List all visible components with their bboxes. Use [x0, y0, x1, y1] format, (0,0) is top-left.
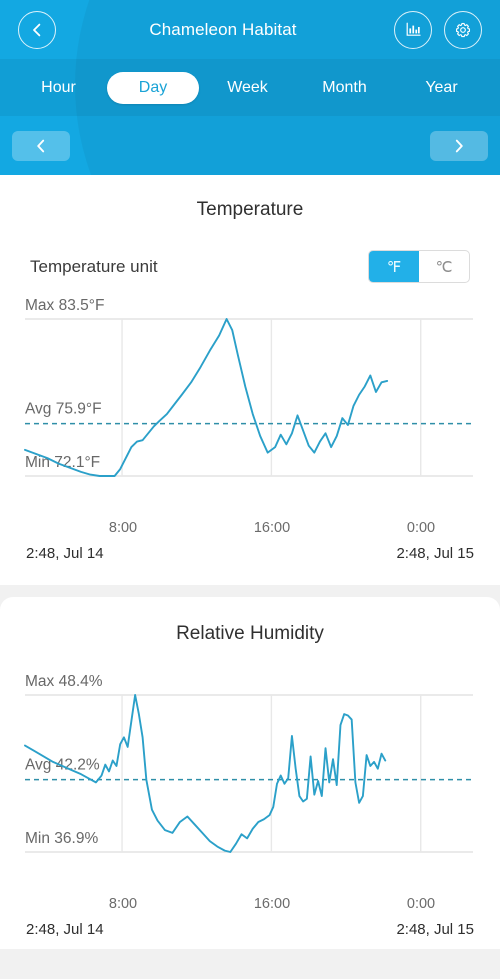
- tab-month[interactable]: Month: [298, 72, 391, 104]
- temperature-xtick-0: 8:00: [108, 520, 138, 536]
- temperature-plot-wrap: Max 83.5°F Avg 75.9°F Min 72.1°F: [0, 283, 500, 518]
- plot-hum-max-label: Max 48.4%: [25, 673, 103, 690]
- humidity-chart[interactable]: Max 48.4%Avg 42.2%Min 36.9%: [0, 659, 500, 894]
- humidity-xtick-0: 8:00: [108, 896, 138, 912]
- next-period-button[interactable]: [430, 130, 488, 161]
- period-tabs: Hour Day Week Month Year: [0, 59, 500, 116]
- tab-day[interactable]: Day: [107, 71, 199, 104]
- humidity-card: Relative Humidity Max 48.4% Avg 42.2% Min …: [0, 597, 500, 949]
- humidity-range-start: 2:48, Jul 14: [26, 921, 104, 938]
- plot-temp-max-label: Max 83.5°F: [25, 297, 104, 314]
- title-bar: Chameleon Habitat: [0, 0, 500, 59]
- temperature-card: Temperature Temperature unit ℉ ℃ Max 83.…: [0, 175, 500, 585]
- stats-button[interactable]: [394, 10, 432, 49]
- temperature-chart[interactable]: Max 83.5°F Avg 75.9°F Min 72.1°F: [0, 283, 500, 518]
- tab-week[interactable]: Week: [201, 72, 294, 104]
- title-actions: [394, 10, 482, 49]
- gear-icon: [455, 22, 471, 37]
- humidity-xtick-2: 0:00: [406, 896, 436, 912]
- plot-hum-min-label: Min 36.9%: [25, 830, 98, 847]
- app-root: Chameleon Habitat Hour Day Week Month Ye…: [0, 0, 500, 979]
- tab-hour[interactable]: Hour: [12, 72, 105, 104]
- humidity-plot-wrap: Max 48.4% Avg 42.2% Min 36.9%: [0, 659, 500, 894]
- temperature-unit-row: Temperature unit ℉ ℃: [0, 250, 500, 283]
- temperature-title: Temperature: [196, 199, 304, 220]
- previous-period-button[interactable]: [12, 130, 70, 161]
- temperature-xtick-1: 16:00: [253, 520, 291, 536]
- plot-temp-min-label: Min 72.1°F: [25, 454, 100, 471]
- temperature-unit-label: Temperature unit: [30, 256, 158, 276]
- period-navigation: [0, 116, 500, 175]
- unit-option-fahrenheit[interactable]: ℉: [369, 251, 419, 282]
- temperature-range-end: 2:48, Jul 15: [396, 545, 474, 562]
- chevron-left-icon: [37, 139, 45, 152]
- temperature-unit-toggle[interactable]: ℉ ℃: [368, 250, 470, 283]
- plot-temp-avg-label: Avg 75.9°F: [25, 401, 102, 418]
- back-button[interactable]: [18, 10, 56, 49]
- humidity-xtick-1: 16:00: [253, 896, 291, 912]
- humidity-range-row: 2:48, Jul 14 2:48, Jul 15: [0, 921, 500, 938]
- unit-option-celsius[interactable]: ℃: [419, 251, 469, 282]
- humidity-range-end: 2:48, Jul 15: [396, 921, 474, 938]
- temperature-x-axis: 8:00 16:00 0:00: [0, 520, 500, 542]
- page-title: Chameleon Habitat: [149, 19, 297, 39]
- temperature-range-row: 2:48, Jul 14 2:48, Jul 15: [0, 545, 500, 562]
- bar-chart-icon: [406, 22, 421, 36]
- humidity-title: Relative Humidity: [176, 623, 324, 644]
- temperature-xtick-2: 0:00: [406, 520, 436, 536]
- app-header: Chameleon Habitat Hour Day Week Month Ye…: [0, 0, 500, 175]
- settings-button[interactable]: [444, 10, 482, 49]
- plot-temp-series-line: [24, 318, 389, 477]
- chevron-right-icon: [455, 139, 463, 152]
- temperature-range-start: 2:48, Jul 14: [26, 545, 104, 562]
- chevron-left-icon: [33, 23, 41, 36]
- plot-hum-series-line: [24, 694, 387, 853]
- tab-year[interactable]: Year: [395, 72, 488, 104]
- humidity-x-axis: 8:00 16:00 0:00: [0, 896, 500, 918]
